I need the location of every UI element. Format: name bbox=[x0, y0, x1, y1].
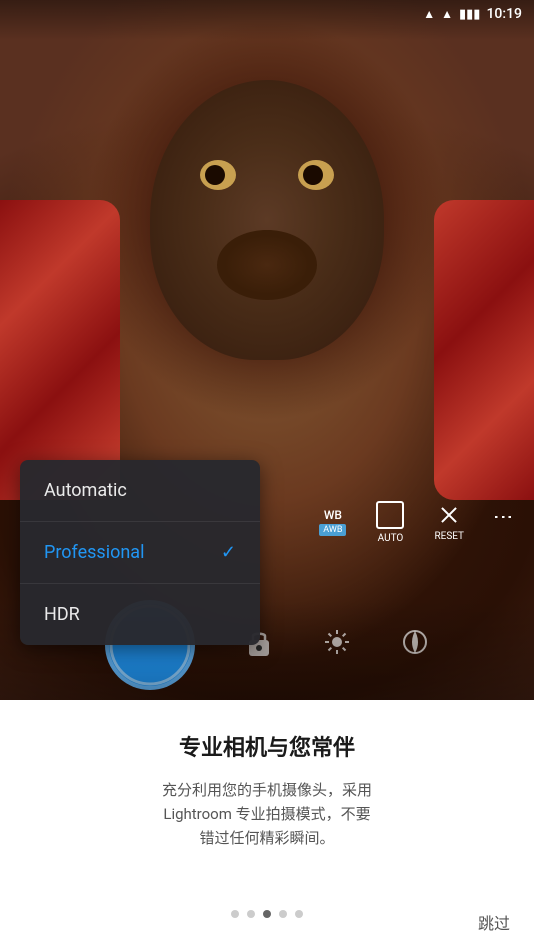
bottom-section: 专业相机与您常伴 充分利用您的手机摄像头，采用Lightroom 专业拍摄模式，… bbox=[0, 700, 534, 950]
close-icon bbox=[437, 503, 461, 527]
checkmark-icon: ✓ bbox=[221, 542, 236, 563]
skip-button[interactable]: 跳过 bbox=[478, 910, 510, 934]
menu-item-automatic[interactable]: Automatic bbox=[20, 460, 260, 522]
wb-label: WB bbox=[324, 508, 342, 522]
auto-control[interactable]: AUTO bbox=[376, 501, 404, 544]
shirt-right bbox=[434, 200, 534, 500]
wb-badge: AWB bbox=[319, 524, 346, 536]
dog-face bbox=[130, 80, 404, 420]
reset-control[interactable]: RESET bbox=[434, 503, 464, 542]
info-description: 充分利用您的手机摄像头，采用Lightroom 专业拍摄模式，不要错过任何精彩瞬… bbox=[162, 778, 372, 850]
menu-item-professional[interactable]: Professional ✓ bbox=[20, 522, 260, 584]
wifi-icon: ▲ bbox=[441, 7, 453, 21]
dog-eye-right bbox=[298, 160, 334, 190]
pagination-dots bbox=[231, 910, 303, 918]
menu-item-automatic-label: Automatic bbox=[44, 480, 127, 501]
menu-item-hdr-label: HDR bbox=[44, 604, 80, 625]
menu-item-professional-label: Professional bbox=[44, 542, 144, 563]
dot-1 bbox=[231, 910, 239, 918]
dot-5 bbox=[295, 910, 303, 918]
reset-label: RESET bbox=[434, 531, 464, 542]
menu-item-hdr[interactable]: HDR bbox=[20, 584, 260, 645]
shirt-left bbox=[0, 200, 120, 500]
dog-eye-left bbox=[200, 160, 236, 190]
wb-control[interactable]: WB AWB bbox=[319, 508, 346, 536]
dog-head bbox=[150, 80, 384, 360]
dot-2 bbox=[247, 910, 255, 918]
dot-3 bbox=[263, 910, 271, 918]
dot-4 bbox=[279, 910, 287, 918]
status-bar: ▲ ▲ ▮▮▮ 10:19 bbox=[0, 0, 534, 28]
battery-icon: ▮▮▮ bbox=[459, 7, 480, 22]
auto-label: AUTO bbox=[378, 533, 404, 544]
status-time: 10:19 bbox=[486, 6, 522, 22]
signal-icon: ▲ bbox=[423, 7, 435, 21]
info-title: 专业相机与您常伴 bbox=[179, 730, 355, 762]
dog-snout bbox=[217, 230, 317, 300]
dropdown-menu: Automatic Professional ✓ HDR bbox=[20, 460, 260, 645]
more-options-icon[interactable]: ⋮ bbox=[494, 507, 514, 529]
status-icons: ▲ ▲ ▮▮▮ 10:19 bbox=[423, 6, 522, 22]
bracket-icon bbox=[376, 501, 404, 529]
